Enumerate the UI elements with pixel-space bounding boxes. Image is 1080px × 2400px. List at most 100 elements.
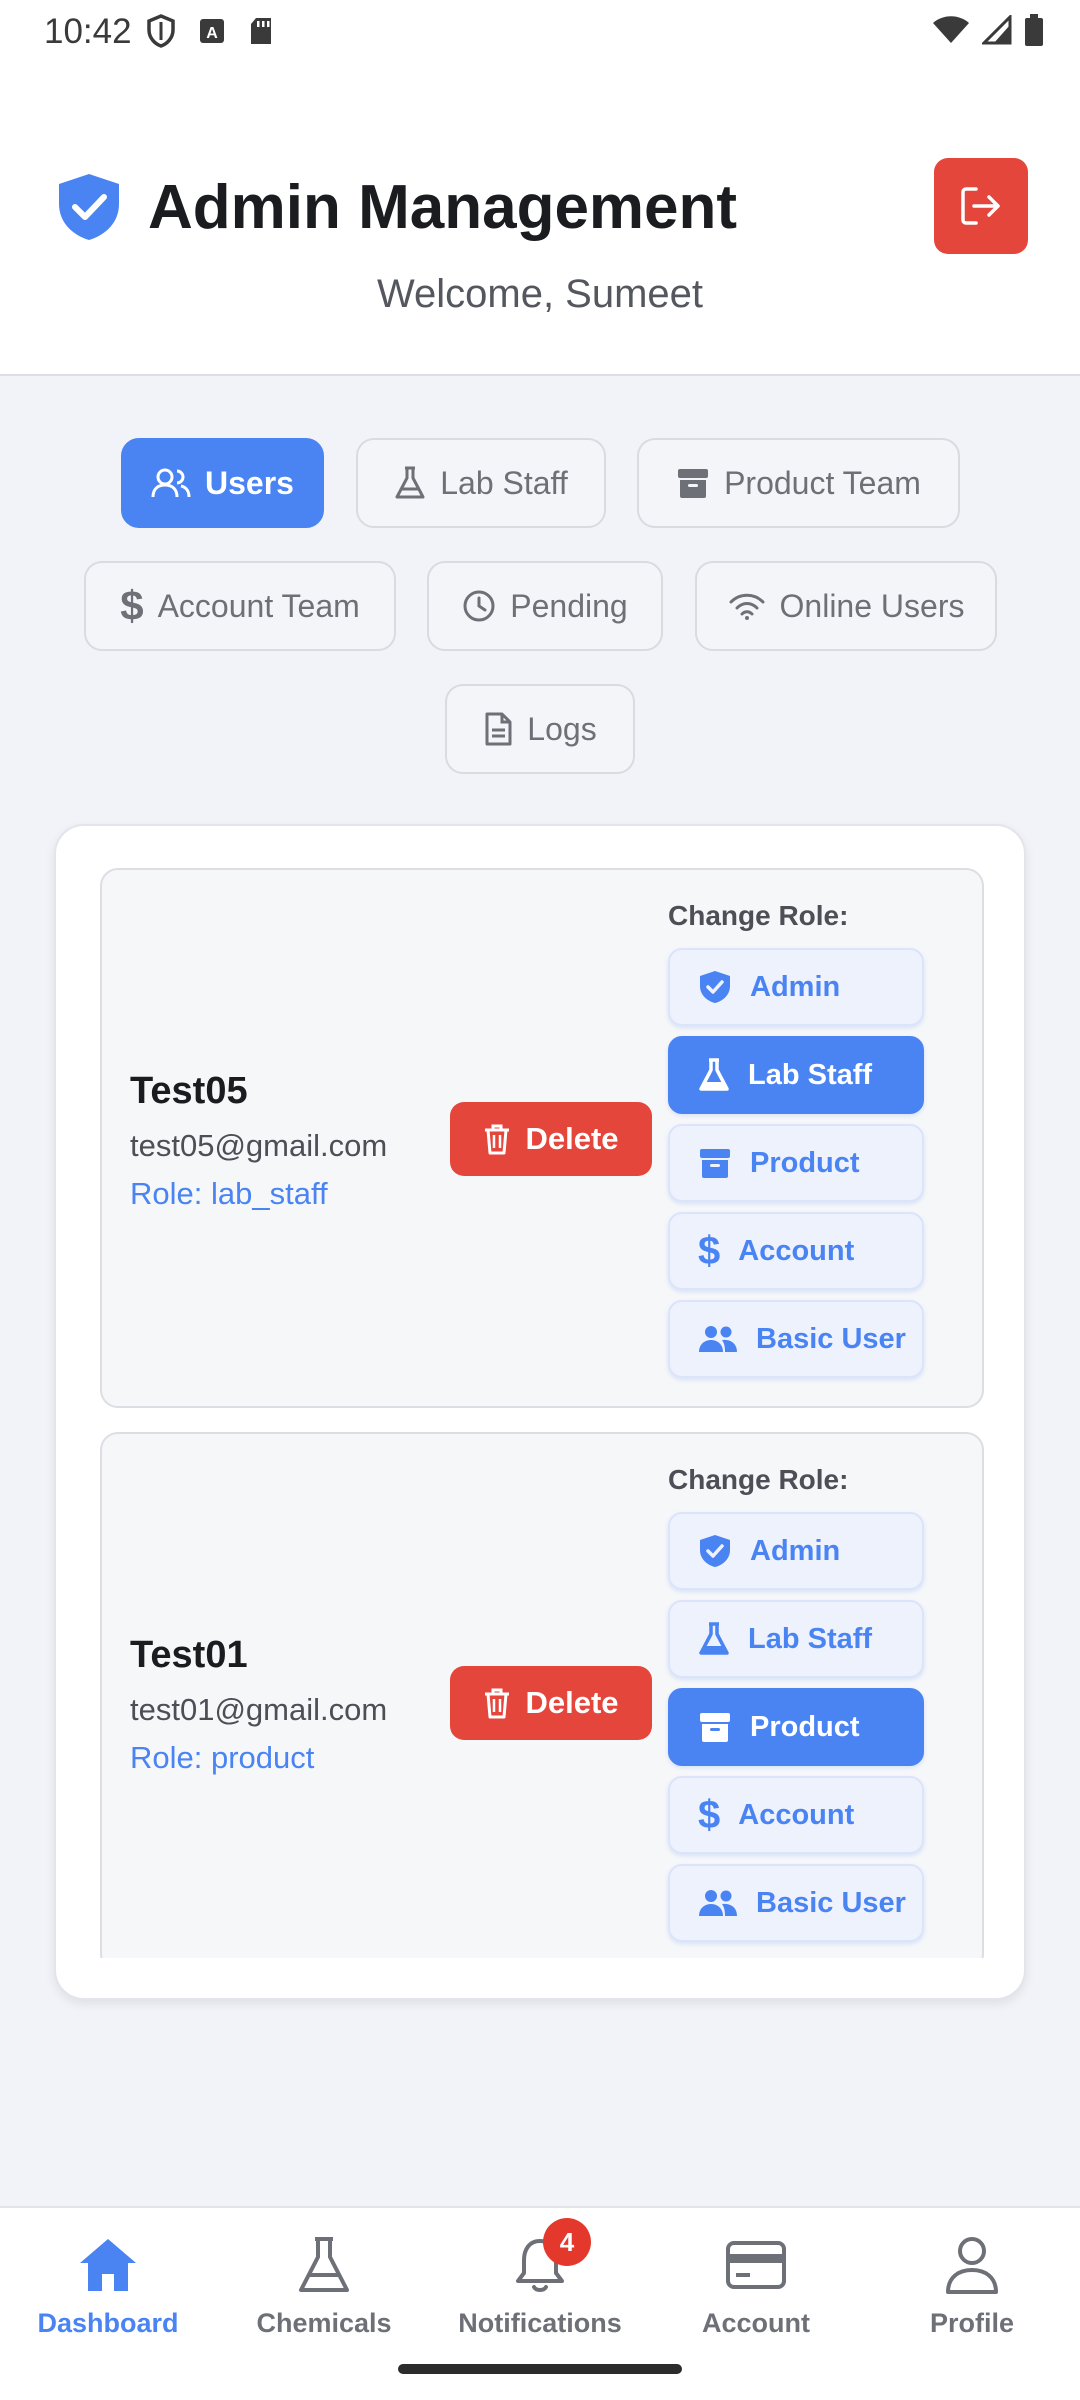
users-icon	[699, 1890, 737, 1916]
role-label: Basic User	[756, 1886, 906, 1919]
person-icon	[946, 2237, 998, 2294]
role-label: Account	[738, 1798, 855, 1831]
tab-lab-staff[interactable]: Lab Staff	[356, 438, 606, 528]
svg-text:A: A	[206, 25, 218, 42]
role-product-button[interactable]: Product	[668, 1688, 924, 1766]
battery-status-icon	[1025, 14, 1043, 46]
role-label: Admin	[750, 970, 841, 1003]
nav-account[interactable]: Account	[648, 2228, 864, 2348]
flask-icon	[699, 1058, 729, 1091]
shield-check-icon	[700, 1535, 730, 1567]
nav-notifications[interactable]: 4 Notifications	[432, 2218, 648, 2348]
dollar-icon: $	[120, 582, 144, 629]
role-product-button[interactable]: Product	[668, 1124, 924, 1202]
nav-label: Account	[702, 2308, 810, 2338]
trash-icon	[485, 1688, 510, 1719]
role-admin-button[interactable]: Admin	[668, 1512, 924, 1590]
tab-account-team[interactable]: $ Account Team	[84, 561, 396, 651]
flask-icon	[299, 2237, 349, 2292]
change-role-label: Change Role:	[668, 1464, 849, 1495]
role-label: Lab Staff	[748, 1058, 873, 1091]
status-bar: 10:42 A	[0, 0, 1080, 64]
home-indicator[interactable]	[398, 2364, 682, 2374]
user-list-card: Test05 test05@gmail.com Role: lab_staff …	[54, 824, 1026, 2000]
tab-product-team[interactable]: Product Team	[637, 438, 960, 528]
page-title: Admin Management	[148, 173, 738, 242]
tab-label: Users	[205, 464, 294, 501]
user-list[interactable]: Test05 test05@gmail.com Role: lab_staff …	[100, 868, 984, 1958]
flask-icon	[395, 466, 425, 499]
nav-label: Profile	[929, 2308, 1015, 2338]
shield-status-icon	[147, 14, 175, 48]
user-role: Role: lab_staff	[130, 1176, 328, 1211]
dollar-icon: $	[698, 1792, 721, 1837]
sdcard-status-icon	[251, 18, 271, 44]
dollar-icon: $	[698, 1228, 721, 1273]
nav-label: Chemicals	[256, 2308, 392, 2338]
archive-icon	[678, 469, 709, 498]
user-name: Test01	[130, 1634, 248, 1676]
role-lab-staff-button[interactable]: Lab Staff	[668, 1600, 924, 1678]
tab-pending[interactable]: Pending	[427, 561, 663, 651]
tab-users[interactable]: Users	[121, 438, 324, 528]
tab-label: Online Users	[779, 587, 965, 624]
tab-logs[interactable]: Logs	[445, 684, 635, 774]
role-label: Product	[750, 1710, 860, 1743]
tab-label: Logs	[527, 710, 597, 747]
status-time: 10:42	[44, 12, 132, 51]
role-account-button[interactable]: $ Account	[668, 1212, 924, 1290]
wifi-icon	[729, 593, 765, 620]
role-label: Admin	[750, 1534, 841, 1567]
role-basic-user-button[interactable]: Basic User	[668, 1864, 924, 1942]
role-label: Product	[750, 1146, 860, 1179]
nav-chemicals[interactable]: Chemicals	[216, 2228, 432, 2348]
users-icon	[699, 1326, 737, 1352]
user-name: Test05	[130, 1070, 248, 1112]
users-icon	[151, 468, 191, 498]
nav-dashboard[interactable]: Dashboard	[0, 2228, 216, 2348]
nav-label: Notifications	[458, 2308, 622, 2338]
delete-label: Delete	[525, 1121, 619, 1156]
home-icon	[80, 2239, 136, 2291]
user-card: Test05 test05@gmail.com Role: lab_staff …	[100, 868, 984, 1408]
file-icon	[485, 712, 512, 746]
tab-label: Account Team	[157, 587, 360, 624]
nav-label: Dashboard	[37, 2308, 179, 2338]
role-admin-button[interactable]: Admin	[668, 948, 924, 1026]
role-label: Lab Staff	[748, 1622, 873, 1655]
logout-icon	[961, 187, 1000, 225]
logout-button[interactable]	[934, 158, 1028, 254]
role-label: Account	[738, 1234, 855, 1267]
role-basic-user-button[interactable]: Basic User	[668, 1300, 924, 1378]
nav-profile[interactable]: Profile	[864, 2228, 1080, 2348]
tab-label: Product Team	[724, 464, 921, 501]
user-card: Test01 test01@gmail.com Role: product De…	[100, 1432, 984, 1958]
wifi-status-icon	[933, 16, 969, 43]
role-account-button[interactable]: $ Account	[668, 1776, 924, 1854]
clock-icon	[463, 590, 495, 622]
delete-user-button[interactable]: Delete	[450, 1102, 652, 1176]
delete-label: Delete	[525, 1685, 619, 1720]
archive-icon	[700, 1713, 730, 1742]
shield-check-icon	[700, 971, 730, 1003]
user-email: test01@gmail.com	[130, 1692, 388, 1727]
delete-user-button[interactable]: Delete	[450, 1666, 652, 1740]
tab-label: Lab Staff	[440, 464, 568, 501]
notification-badge: 4	[543, 2218, 591, 2266]
shield-check-icon	[59, 174, 119, 240]
card-icon	[726, 2241, 786, 2289]
welcome-text: Welcome, Sumeet	[376, 272, 704, 316]
text-status-icon: A	[200, 19, 224, 43]
user-email: test05@gmail.com	[130, 1128, 388, 1163]
role-label: Basic User	[756, 1322, 906, 1355]
role-lab-staff-button[interactable]: Lab Staff	[668, 1036, 924, 1114]
flask-icon	[699, 1622, 729, 1655]
tab-label: Pending	[510, 587, 628, 624]
trash-icon	[485, 1124, 510, 1155]
change-role-label: Change Role:	[668, 900, 849, 931]
app-header: Admin Management Welcome, Sumeet	[0, 64, 1080, 376]
archive-icon	[700, 1149, 730, 1178]
signal-status-icon	[982, 15, 1012, 45]
tab-online-users[interactable]: Online Users	[695, 561, 997, 651]
user-role: Role: product	[130, 1740, 315, 1775]
